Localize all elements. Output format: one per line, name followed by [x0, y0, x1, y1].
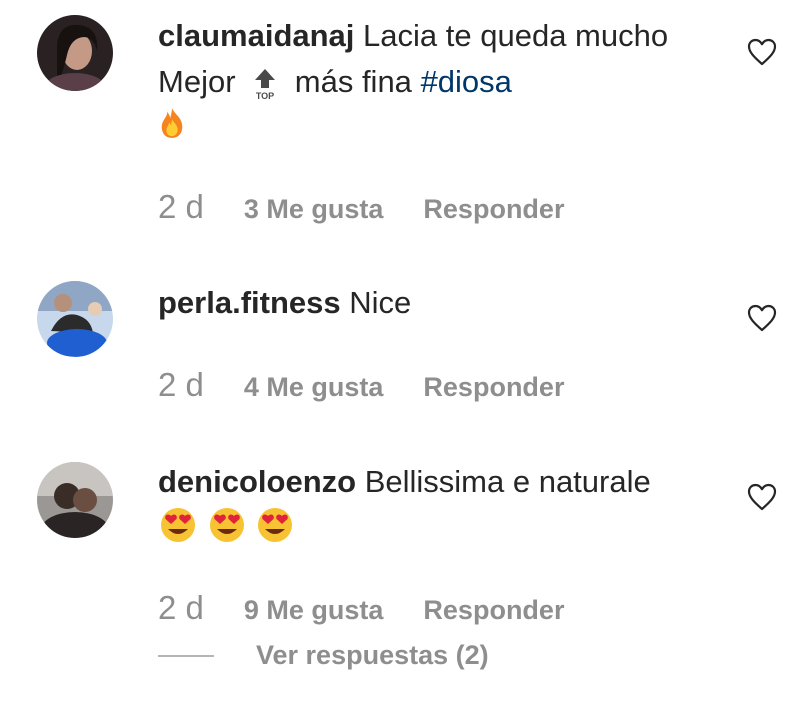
comment-text: claumaidanaj Lacia te queda mucho Mejor … [158, 13, 718, 153]
heart-eyes-icon [255, 505, 295, 558]
comment-meta: 2 d 3 Me gusta Responder [158, 188, 564, 226]
hashtag-link[interactable]: #diosa [421, 64, 512, 99]
comment-message: Nice [349, 285, 412, 320]
comment-text: perla.fitness Nice [158, 280, 718, 326]
comment-username[interactable]: denicoloenzo [158, 464, 356, 499]
avatar[interactable] [37, 15, 113, 91]
heart-eyes-icon [158, 505, 198, 558]
comment-time[interactable]: 2 d [158, 188, 204, 226]
reply-button[interactable]: Responder [423, 372, 564, 403]
comment-likes[interactable]: 4 Me gusta [244, 372, 384, 403]
comment-likes[interactable]: 3 Me gusta [244, 194, 384, 225]
comment-time[interactable]: 2 d [158, 366, 204, 404]
view-replies-row[interactable]: Ver respuestas (2) [158, 640, 489, 671]
comment-username[interactable]: perla.fitness [158, 285, 341, 320]
comment-text: denicoloenzo Bellissima e naturale [158, 459, 718, 558]
comment-message-continued: más fina [294, 64, 412, 99]
comment-username[interactable]: claumaidanaj [158, 18, 354, 53]
comment-message: Bellissima e naturale [364, 464, 651, 499]
comment-likes[interactable]: 9 Me gusta [244, 595, 384, 626]
reply-button[interactable]: Responder [423, 194, 564, 225]
replies-divider [158, 654, 214, 657]
view-replies-button[interactable]: Ver respuestas (2) [256, 640, 489, 671]
comment-meta: 2 d 9 Me gusta Responder [158, 589, 564, 627]
heart-eyes-icon [207, 505, 247, 558]
avatar[interactable] [37, 281, 113, 357]
comment-time[interactable]: 2 d [158, 589, 204, 627]
like-heart-icon[interactable] [746, 37, 778, 67]
avatar[interactable] [37, 462, 113, 538]
like-heart-icon[interactable] [746, 482, 778, 512]
like-heart-icon[interactable] [746, 303, 778, 333]
comment-meta: 2 d 4 Me gusta Responder [158, 366, 564, 404]
svg-text:TOP: TOP [256, 91, 274, 101]
reply-button[interactable]: Responder [423, 595, 564, 626]
top-arrow-icon: TOP [250, 66, 280, 102]
fire-icon [158, 106, 186, 153]
